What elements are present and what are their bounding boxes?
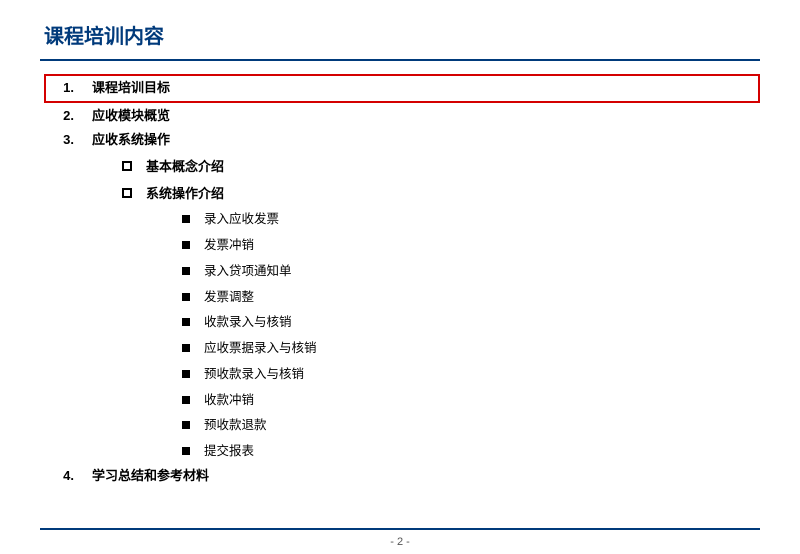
- square-bullet-icon: [182, 267, 190, 275]
- toc-sub-label: 系统操作介绍: [146, 182, 224, 207]
- toc-leaf: 录入贷项通知单: [44, 260, 760, 284]
- square-open-bullet-icon: [122, 188, 132, 198]
- square-bullet-icon: [182, 370, 190, 378]
- toc-leaf-label: 应收票据录入与核销: [204, 337, 317, 361]
- square-bullet-icon: [182, 421, 190, 429]
- page-number: - 2 -: [0, 536, 800, 548]
- toc-leaf: 应收票据录入与核销: [44, 337, 760, 361]
- toc-label: 应收系统操作: [92, 128, 170, 153]
- square-bullet-icon: [182, 344, 190, 352]
- toc-leaf: 预收款录入与核销: [44, 363, 760, 387]
- square-bullet-icon: [182, 241, 190, 249]
- toc-num: 1.: [54, 76, 74, 101]
- toc-item-1-highlighted: 1. 课程培训目标: [44, 74, 760, 103]
- toc-leaf-label: 发票调整: [204, 286, 254, 310]
- toc-leaf-label: 提交报表: [204, 440, 254, 464]
- toc-num: 2.: [54, 104, 74, 129]
- toc-leaf-label: 预收款退款: [204, 414, 267, 438]
- toc-num: 4.: [54, 464, 74, 489]
- toc-leaf: 发票调整: [44, 286, 760, 310]
- toc-sub-3a: 基本概念介绍: [44, 155, 760, 180]
- toc-leaf: 收款录入与核销: [44, 311, 760, 335]
- toc-item-4: 4. 学习总结和参考材料: [44, 464, 760, 489]
- square-bullet-icon: [182, 293, 190, 301]
- square-open-bullet-icon: [122, 161, 132, 171]
- toc-label: 学习总结和参考材料: [92, 464, 209, 489]
- toc-leaf-label: 收款录入与核销: [204, 311, 292, 335]
- toc-sub-3b: 系统操作介绍: [44, 182, 760, 207]
- footer-rule: [40, 528, 760, 530]
- square-bullet-icon: [182, 447, 190, 455]
- toc-sub-label: 基本概念介绍: [146, 155, 224, 180]
- toc-label: 课程培训目标: [92, 76, 170, 101]
- square-bullet-icon: [182, 318, 190, 326]
- toc-content: 1. 课程培训目标 2. 应收模块概览 3. 应收系统操作 基本概念介绍 系统操…: [40, 74, 760, 489]
- toc-leaf-label: 收款冲销: [204, 389, 254, 413]
- page-title: 课程培训内容: [40, 20, 760, 49]
- square-bullet-icon: [182, 396, 190, 404]
- toc-leaf: 收款冲销: [44, 389, 760, 413]
- toc-leaf-label: 录入应收发票: [204, 208, 279, 232]
- toc-item-2: 2. 应收模块概览: [44, 104, 760, 129]
- toc-leaf: 提交报表: [44, 440, 760, 464]
- toc-leaf-label: 预收款录入与核销: [204, 363, 304, 387]
- toc-leaf: 录入应收发票: [44, 208, 760, 232]
- title-underline: [40, 59, 760, 61]
- toc-leaf: 预收款退款: [44, 414, 760, 438]
- toc-leaf: 发票冲销: [44, 234, 760, 258]
- toc-leaf-label: 发票冲销: [204, 234, 254, 258]
- toc-label: 应收模块概览: [92, 104, 170, 129]
- square-bullet-icon: [182, 215, 190, 223]
- toc-leaf-label: 录入贷项通知单: [204, 260, 292, 284]
- toc-item-3: 3. 应收系统操作: [44, 128, 760, 153]
- toc-num: 3.: [54, 128, 74, 153]
